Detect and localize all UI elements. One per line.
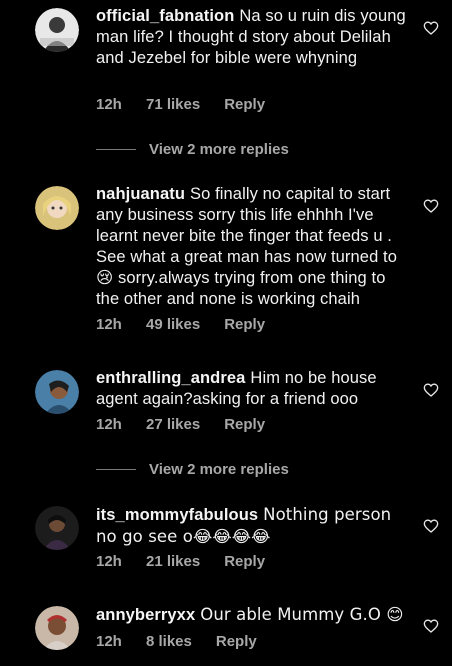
comment-username[interactable]: annyberryxx — [96, 606, 195, 624]
heart-outline-icon[interactable] — [423, 198, 439, 214]
comment-likes[interactable]: 21 likes — [146, 553, 200, 570]
comment-likes[interactable]: 49 likes — [146, 316, 200, 333]
comment-username[interactable]: its_mommyfabulous — [96, 506, 258, 524]
comment-text: official_fabnation Na so u ruin dis young… — [96, 6, 408, 69]
comment-text: annyberryxx Our able Mummy G.O 😊 — [96, 604, 408, 626]
comment-time: 12h — [96, 553, 122, 570]
view-more-replies[interactable]: View 2 more replies — [96, 459, 289, 479]
heart-outline-icon[interactable] — [423, 382, 439, 398]
comment-meta: 12h 49 likes Reply — [96, 316, 265, 333]
comment-username[interactable]: nahjuanatu — [96, 185, 185, 203]
comment-username[interactable]: official_fabnation — [96, 7, 234, 25]
view-more-replies[interactable]: View 2 more replies — [96, 139, 289, 159]
comment-text: nahjuanatu So finally no capital to start… — [96, 184, 408, 310]
divider-line — [96, 148, 136, 150]
heart-outline-icon[interactable] — [423, 20, 439, 36]
view-more-label[interactable]: View 2 more replies — [149, 461, 289, 478]
heart-outline-icon[interactable] — [423, 518, 439, 534]
comment-meta: 12h 27 likes Reply — [96, 416, 265, 433]
comment-time: 12h — [96, 96, 122, 113]
comment-username[interactable]: enthralling_andrea — [96, 369, 245, 387]
view-more-label[interactable]: View 2 more replies — [149, 141, 289, 158]
comment-likes[interactable]: 27 likes — [146, 416, 200, 433]
reply-button[interactable]: Reply — [224, 553, 265, 570]
comment-time: 12h — [96, 316, 122, 333]
comment-meta: 12h 71 likes Reply — [96, 96, 265, 113]
reply-button[interactable]: Reply — [216, 633, 257, 650]
comment-body: Our able Mummy G.O 😊 — [200, 605, 404, 624]
avatar[interactable] — [35, 370, 79, 414]
avatar[interactable] — [35, 606, 79, 650]
comment-likes[interactable]: 71 likes — [146, 96, 200, 113]
comment-text: its_mommyfabulous Nothing person no go se… — [96, 504, 408, 548]
avatar[interactable] — [35, 186, 79, 230]
comment-body: So finally no capital to start any busin… — [96, 185, 397, 308]
comment-meta: 12h 8 likes Reply — [96, 633, 257, 650]
reply-button[interactable]: Reply — [224, 416, 265, 433]
comment-text: enthralling_andrea Him no be house agent … — [96, 368, 408, 410]
avatar[interactable] — [35, 506, 79, 550]
avatar[interactable] — [35, 8, 79, 52]
comment-meta: 12h 21 likes Reply — [96, 553, 265, 570]
divider-line — [96, 468, 136, 470]
reply-button[interactable]: Reply — [224, 96, 265, 113]
comment-time: 12h — [96, 633, 122, 650]
comment-likes[interactable]: 8 likes — [146, 633, 192, 650]
heart-outline-icon[interactable] — [423, 618, 439, 634]
comment-time: 12h — [96, 416, 122, 433]
reply-button[interactable]: Reply — [224, 316, 265, 333]
